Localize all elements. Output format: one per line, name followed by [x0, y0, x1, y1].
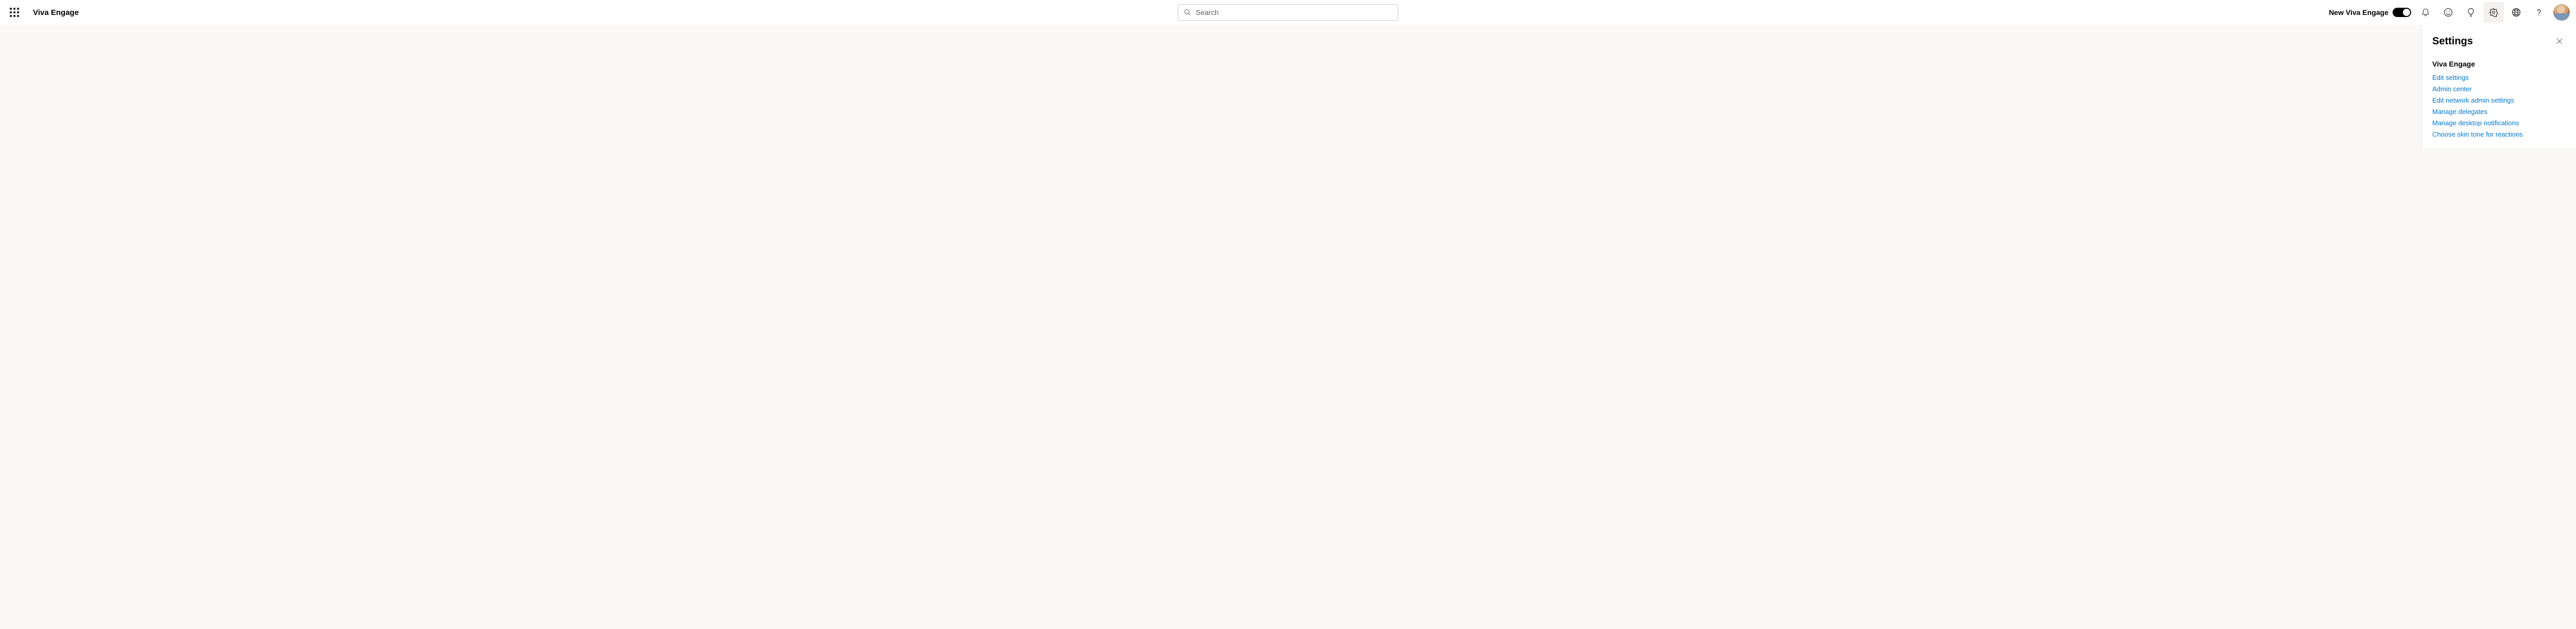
close-icon — [2556, 38, 2563, 44]
lightbulb-icon — [2466, 7, 2476, 18]
settings-panel: Settings Viva Engage Edit settings Admin… — [2421, 25, 2576, 147]
settings-link-desktop-notifications[interactable]: Manage desktop notifications — [2432, 119, 2566, 128]
app-header: Viva Engage New Viva Engage — [0, 0, 2576, 25]
globe-icon — [2511, 7, 2521, 18]
search-box[interactable] — [1178, 4, 1398, 21]
emoji-button[interactable] — [2438, 2, 2459, 23]
app-launcher-icon — [10, 8, 19, 17]
settings-link-admin-center[interactable]: Admin center — [2432, 85, 2566, 94]
settings-panel-header: Settings — [2432, 35, 2566, 47]
search-icon — [1183, 8, 1192, 16]
globe-button[interactable] — [2506, 2, 2527, 23]
settings-section-heading: Viva Engage — [2432, 60, 2566, 68]
settings-panel-close-button[interactable] — [2553, 35, 2566, 47]
settings-link-skin-tone[interactable]: Choose skin tone for reactions — [2432, 130, 2566, 139]
help-icon — [2534, 7, 2544, 18]
help-button[interactable] — [2529, 2, 2549, 23]
settings-link-edit-network-admin[interactable]: Edit network admin settings — [2432, 96, 2566, 105]
settings-panel-title: Settings — [2432, 36, 2473, 47]
user-avatar[interactable] — [2553, 4, 2570, 21]
header-actions: New Viva Engage — [2329, 2, 2572, 23]
settings-link-edit-settings[interactable]: Edit settings — [2432, 73, 2566, 82]
new-engage-toggle[interactable] — [2393, 8, 2411, 17]
settings-links-list: Edit settings Admin center Edit network … — [2432, 73, 2566, 139]
bell-icon — [2421, 8, 2430, 17]
settings-button[interactable] — [2483, 2, 2504, 23]
notifications-button[interactable] — [2415, 2, 2436, 23]
app-launcher-button[interactable] — [4, 2, 25, 23]
search-container — [1178, 4, 1398, 21]
settings-link-manage-delegates[interactable]: Manage delegates — [2432, 107, 2566, 117]
gear-icon — [2488, 7, 2499, 18]
ideas-button[interactable] — [2461, 2, 2481, 23]
main-content: Settings Viva Engage Edit settings Admin… — [0, 25, 2576, 629]
app-title: Viva Engage — [29, 8, 79, 17]
new-engage-toggle-group: New Viva Engage — [2329, 8, 2411, 17]
emoji-icon — [2443, 7, 2453, 18]
new-engage-toggle-label: New Viva Engage — [2329, 8, 2388, 16]
search-input[interactable] — [1196, 8, 1393, 16]
